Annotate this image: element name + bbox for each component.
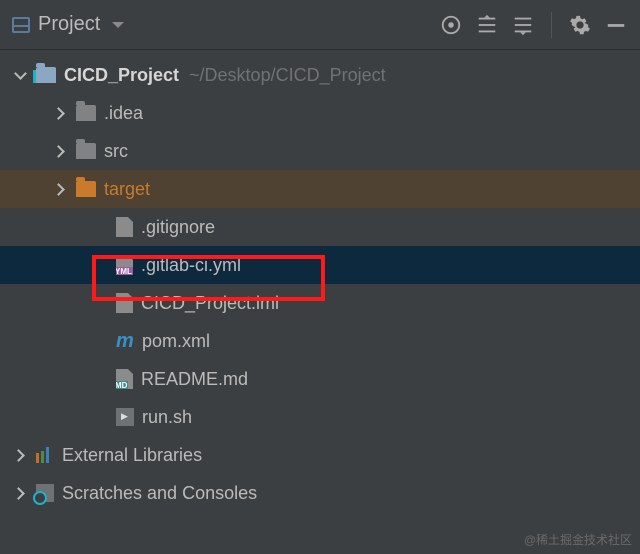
tree-row-readme[interactable]: MD README.md (0, 360, 640, 398)
shell-file-icon (116, 408, 134, 426)
tree-row-external-libraries[interactable]: External Libraries (0, 436, 640, 474)
gear-icon[interactable] (568, 13, 592, 37)
node-label: target (104, 179, 150, 200)
chevron-right-icon[interactable] (14, 449, 26, 461)
scratches-icon (36, 484, 54, 502)
select-opened-file-icon[interactable] (439, 13, 463, 37)
hide-icon[interactable] (604, 13, 628, 37)
collapse-all-icon[interactable] (511, 13, 535, 37)
tree-root-row[interactable]: CICD_Project ~/Desktop/CICD_Project (0, 56, 640, 94)
yml-file-icon: YML (116, 255, 133, 275)
tree-row-runsh[interactable]: run.sh (0, 398, 640, 436)
project-toolbar: Project (0, 0, 640, 50)
spacer (94, 221, 106, 233)
project-folder-icon (36, 67, 56, 83)
root-path: ~/Desktop/CICD_Project (189, 65, 386, 86)
node-label: Scratches and Consoles (62, 483, 257, 504)
expand-all-icon[interactable] (475, 13, 499, 37)
watermark: @稀土掘金技术社区 (524, 531, 632, 548)
chevron-right-icon[interactable] (54, 145, 66, 157)
folder-icon (76, 143, 96, 159)
folder-icon (76, 181, 96, 197)
tree-row-target[interactable]: target (0, 170, 640, 208)
node-label: run.sh (142, 407, 192, 428)
project-tree: CICD_Project ~/Desktop/CICD_Project .ide… (0, 50, 640, 518)
root-name: CICD_Project (64, 65, 179, 86)
md-file-icon: MD (116, 369, 133, 389)
chevron-right-icon[interactable] (54, 107, 66, 119)
chevron-right-icon[interactable] (54, 183, 66, 195)
spacer (94, 411, 106, 423)
tree-row-iml[interactable]: CICD_Project.iml (0, 284, 640, 322)
chevron-down-icon (112, 22, 124, 28)
folder-icon (76, 105, 96, 121)
tree-row-idea[interactable]: .idea (0, 94, 640, 132)
project-view-label: Project (38, 13, 100, 36)
toolbar-divider (551, 12, 552, 38)
node-label: .gitignore (141, 217, 215, 238)
spacer (94, 297, 106, 309)
node-label: External Libraries (62, 445, 202, 466)
tree-row-pom[interactable]: m pom.xml (0, 322, 640, 360)
file-icon (116, 293, 133, 313)
chevron-down-icon[interactable] (14, 69, 26, 81)
spacer (94, 259, 106, 271)
node-label: CICD_Project.iml (141, 293, 279, 314)
file-icon (116, 217, 133, 237)
node-label: pom.xml (142, 331, 210, 352)
node-label: .idea (104, 103, 143, 124)
tree-row-scratches[interactable]: Scratches and Consoles (0, 474, 640, 512)
libraries-icon (36, 447, 54, 463)
tree-row-src[interactable]: src (0, 132, 640, 170)
tree-row-gitlab-ci[interactable]: YML .gitlab-ci.yml (0, 246, 640, 284)
spacer (94, 373, 106, 385)
tree-row-gitignore[interactable]: .gitignore (0, 208, 640, 246)
node-label: .gitlab-ci.yml (141, 255, 241, 276)
node-label: README.md (141, 369, 248, 390)
node-label: src (104, 141, 128, 162)
spacer (94, 335, 106, 347)
project-panel-icon (12, 17, 30, 33)
chevron-right-icon[interactable] (14, 487, 26, 499)
maven-icon: m (116, 332, 134, 350)
project-view-selector[interactable]: Project (12, 13, 124, 36)
